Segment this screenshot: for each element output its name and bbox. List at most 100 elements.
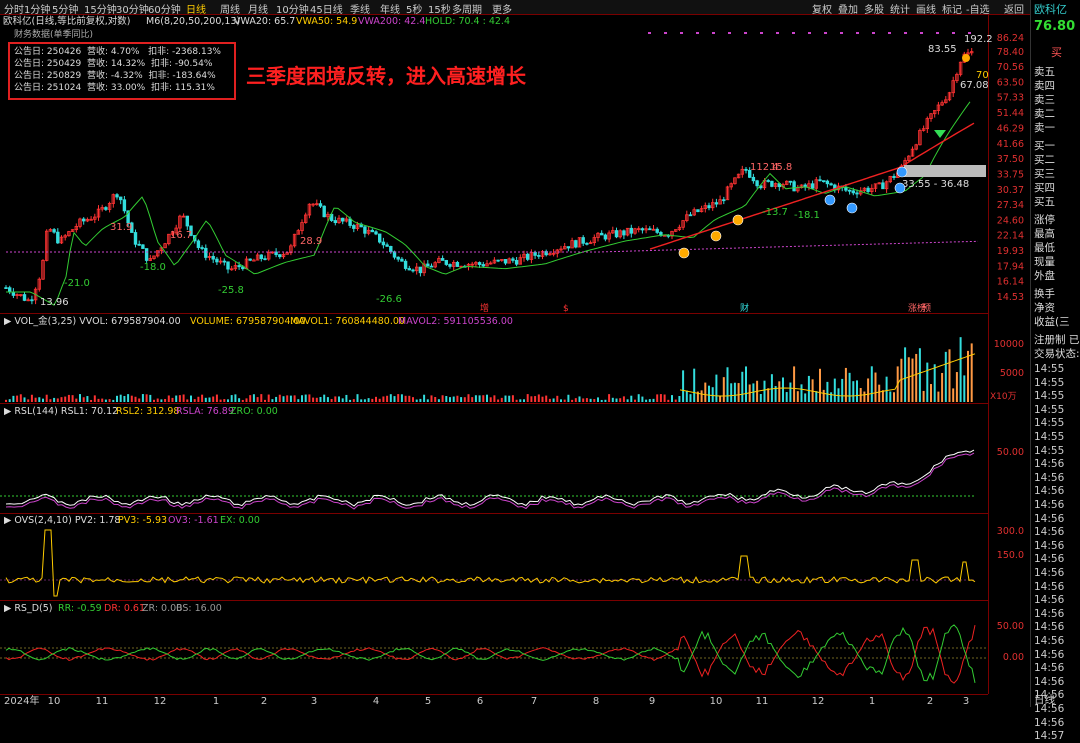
stock-price: 76.80 (1034, 19, 1076, 34)
volume-bar (682, 370, 685, 402)
signal-dot (856, 32, 859, 34)
volume-bar (467, 394, 470, 402)
volume-bar (508, 395, 511, 402)
volume-bar (60, 397, 63, 402)
price-axis-tick-11: 27.34 (997, 200, 1024, 211)
volume-bar (918, 348, 921, 402)
volume-bar (441, 395, 444, 402)
volume-bar (56, 398, 59, 402)
ovs-ov3: OV3: -1.61 (168, 515, 219, 526)
volume-bar (278, 394, 281, 402)
candle-body (825, 180, 830, 185)
volume-bar (822, 389, 825, 402)
candle-body (755, 180, 759, 187)
x-axis-tick-14: 11 (756, 696, 769, 707)
candle-body (411, 269, 415, 272)
volume-bar (234, 394, 237, 402)
volume-bar (848, 372, 851, 402)
volume-bar (34, 397, 37, 402)
stat2-0: 换手 (1034, 288, 1055, 300)
volume-bar (241, 399, 244, 402)
volume-bar (870, 366, 873, 402)
volume-bar (904, 347, 907, 402)
candle-body (196, 240, 201, 248)
price-annotation-10: -13.7 (762, 207, 788, 218)
price-axis-tick-12: 24.60 (997, 215, 1024, 226)
volume-bar (30, 394, 33, 402)
panel-separator-2 (0, 403, 988, 404)
volume-bar (27, 399, 30, 402)
price-axis-tick-4: 57.33 (997, 92, 1024, 103)
candle-body (252, 259, 256, 262)
volume-bar (478, 395, 481, 402)
quote-panel: 欧科亿 76.80 买 卖五 卖四 卖三 卖二 卖一 买一 买二 买三 买四 买五 涨停 最高 最低 现量… (1030, 0, 1080, 742)
volume-bar (726, 367, 729, 402)
volume-bar (663, 394, 666, 402)
tick-time-14: 14:56 (1034, 553, 1065, 566)
volume-bar (911, 358, 914, 402)
volume-bar (733, 382, 736, 402)
volume-bar (856, 380, 858, 402)
tick-time-10: 14:56 (1034, 499, 1065, 511)
volume-bar (378, 398, 381, 402)
candle-body (374, 231, 378, 235)
price-axis-tick-13: 22.14 (997, 231, 1024, 242)
volume-bar (230, 395, 233, 402)
volume-bar (959, 337, 962, 402)
vol-title: ▶ VOL_金(3,25) VVOL: 679587904.00 (4, 316, 181, 327)
candle-body (400, 258, 404, 262)
candle-body (52, 229, 56, 233)
x-axis-tick-5: 2 (261, 696, 267, 707)
volume-bar (371, 398, 374, 402)
volume-bar (463, 397, 466, 402)
volume-bar (201, 394, 204, 402)
tick-time-21: 14:56 (1034, 648, 1065, 661)
x-axis-tick-6: 3 (311, 696, 317, 707)
volume-bar (160, 399, 163, 402)
price-axis-tick-7: 41.66 (997, 139, 1024, 150)
volume-bar (304, 394, 307, 402)
price-annotation-16: 67.08 (960, 80, 989, 91)
candle-body (237, 265, 241, 268)
volume-bar (190, 395, 192, 402)
volume-bar (667, 399, 670, 402)
buy-button[interactable]: 买 (1051, 46, 1062, 59)
candle-body (688, 214, 693, 217)
volume-bar (141, 394, 144, 402)
candle-body (429, 265, 434, 268)
panel-separator-5 (0, 694, 988, 695)
volume-bar (423, 394, 426, 402)
price-axis-tick-2: 70.56 (997, 62, 1024, 73)
candle-body (185, 215, 189, 227)
volume-bar (530, 396, 533, 402)
candle-body (866, 187, 870, 192)
event-marker-1: $ (563, 304, 569, 314)
candle-body (340, 217, 345, 222)
volume-bar (874, 372, 877, 402)
candle-body (722, 199, 726, 202)
ask-level-2: 卖三 (1034, 94, 1055, 106)
x-axis-tick-2: 11 (96, 696, 109, 707)
volume-bar (90, 399, 93, 402)
volume-bar (456, 395, 459, 402)
volume-bar (267, 394, 270, 402)
candle-body (818, 179, 822, 182)
vol-axis-tick-0: 10000 (994, 339, 1024, 350)
volume-bar (386, 395, 389, 402)
volume-bar (597, 397, 599, 402)
signal-dot (824, 32, 827, 34)
volume-bar (944, 351, 947, 402)
volume-bar (922, 390, 925, 402)
candle-body (30, 299, 34, 302)
candle-body (104, 207, 108, 210)
ovs-axis-tick-1: 150.0 (997, 550, 1024, 561)
volume-bar (671, 395, 673, 402)
candle-body (844, 187, 848, 191)
volume-bar (156, 398, 159, 402)
volume-bar (249, 395, 252, 402)
volume-bar (301, 395, 303, 402)
candle-body (426, 263, 430, 267)
volume-bar (64, 396, 67, 402)
volume-bar (804, 393, 807, 402)
candle-body (137, 243, 141, 246)
